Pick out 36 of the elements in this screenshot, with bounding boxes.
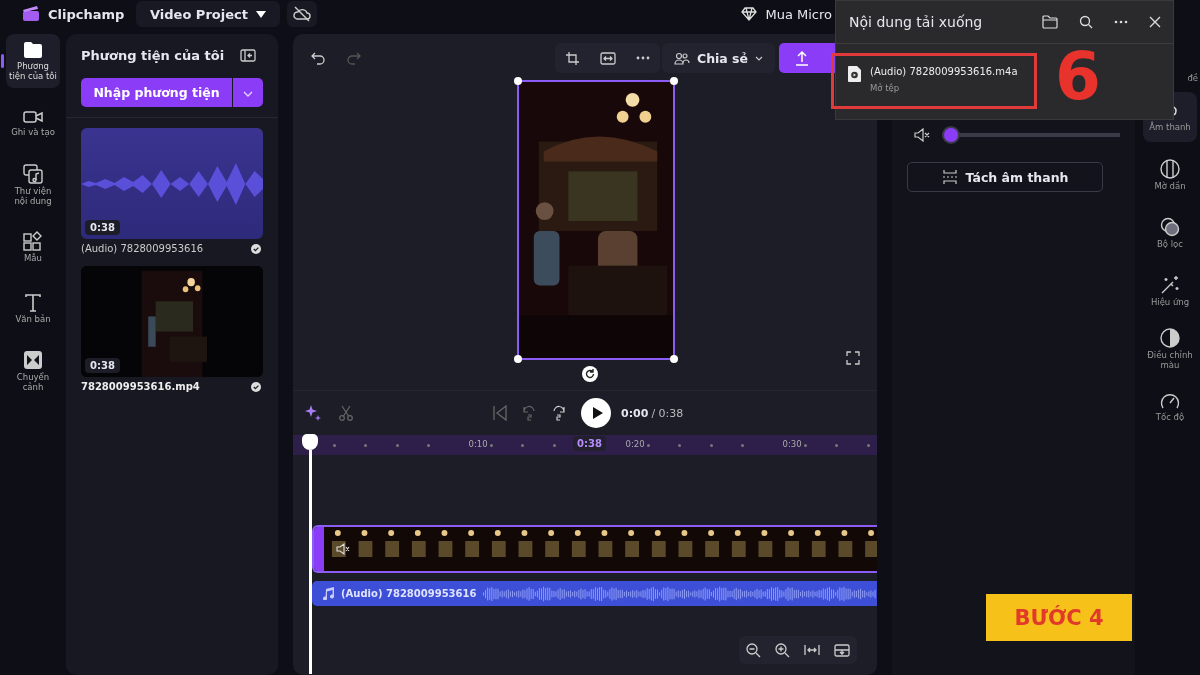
nav-item[interactable]: Mẫu: [6, 220, 60, 274]
nav-item[interactable]: Tốc độ: [1143, 382, 1197, 432]
total-time: / 0:38: [651, 406, 684, 420]
panel-title: Phương tiện của tôi: [81, 47, 225, 63]
file-name: (Audio) 7828009953616.m4a: [870, 66, 1018, 77]
nav-item[interactable]: Hiệu ứng: [1143, 266, 1197, 316]
share-button[interactable]: Chia sẻ: [661, 43, 776, 73]
nav-item[interactable]: đề: [1140, 54, 1200, 84]
step-label: BƯỚC 4: [986, 594, 1132, 641]
import-media-button[interactable]: Nhập phương tiện: [81, 78, 233, 107]
nav-item[interactable]: Điều chỉnh màu: [1143, 324, 1197, 374]
time-label: 0:20: [625, 439, 645, 449]
nav-item[interactable]: Ghi và tạo: [6, 96, 60, 150]
nav-item[interactable]: Thư viện nội dung: [6, 158, 60, 212]
current-time: 0:00: [621, 406, 649, 420]
time-label: 0:30: [782, 439, 802, 449]
time-ruler[interactable]: 0:10 0:38 0:20 0:30: [293, 435, 878, 455]
step-number: 6: [1055, 44, 1101, 110]
promo-link[interactable]: Mua Micro: [765, 6, 832, 22]
nav-item[interactable]: Chuyển cảnh: [6, 344, 60, 398]
nav-item[interactable]: Mờ dần: [1143, 150, 1197, 200]
detach-audio-button[interactable]: Tách âm thanh: [907, 162, 1104, 192]
duration-badge: 0:38: [85, 358, 120, 373]
nav-item[interactable]: Văn bản: [6, 282, 60, 336]
nav-item[interactable]: Bộ lọc: [1143, 208, 1197, 258]
project-name-dropdown[interactable]: Video Project: [136, 1, 280, 27]
time-label: 0:10: [468, 439, 488, 449]
playhead-time-tooltip: 0:38: [573, 436, 606, 451]
popup-title: Nội dung tải xuống: [849, 14, 984, 30]
open-file-link[interactable]: Mở tệp: [870, 83, 1018, 93]
media-name: (Audio) 7828009953616: [81, 243, 204, 254]
media-name: 7828009953616.mp4: [81, 381, 200, 392]
duration-badge: 0:38: [85, 220, 120, 235]
app-name: Clipchamp: [48, 6, 125, 22]
download-item[interactable]: (Audio) 7828009953616.m4a Mở tệp: [831, 53, 1037, 109]
audio-clip[interactable]: (Audio) 7828009953616: [312, 581, 878, 606]
